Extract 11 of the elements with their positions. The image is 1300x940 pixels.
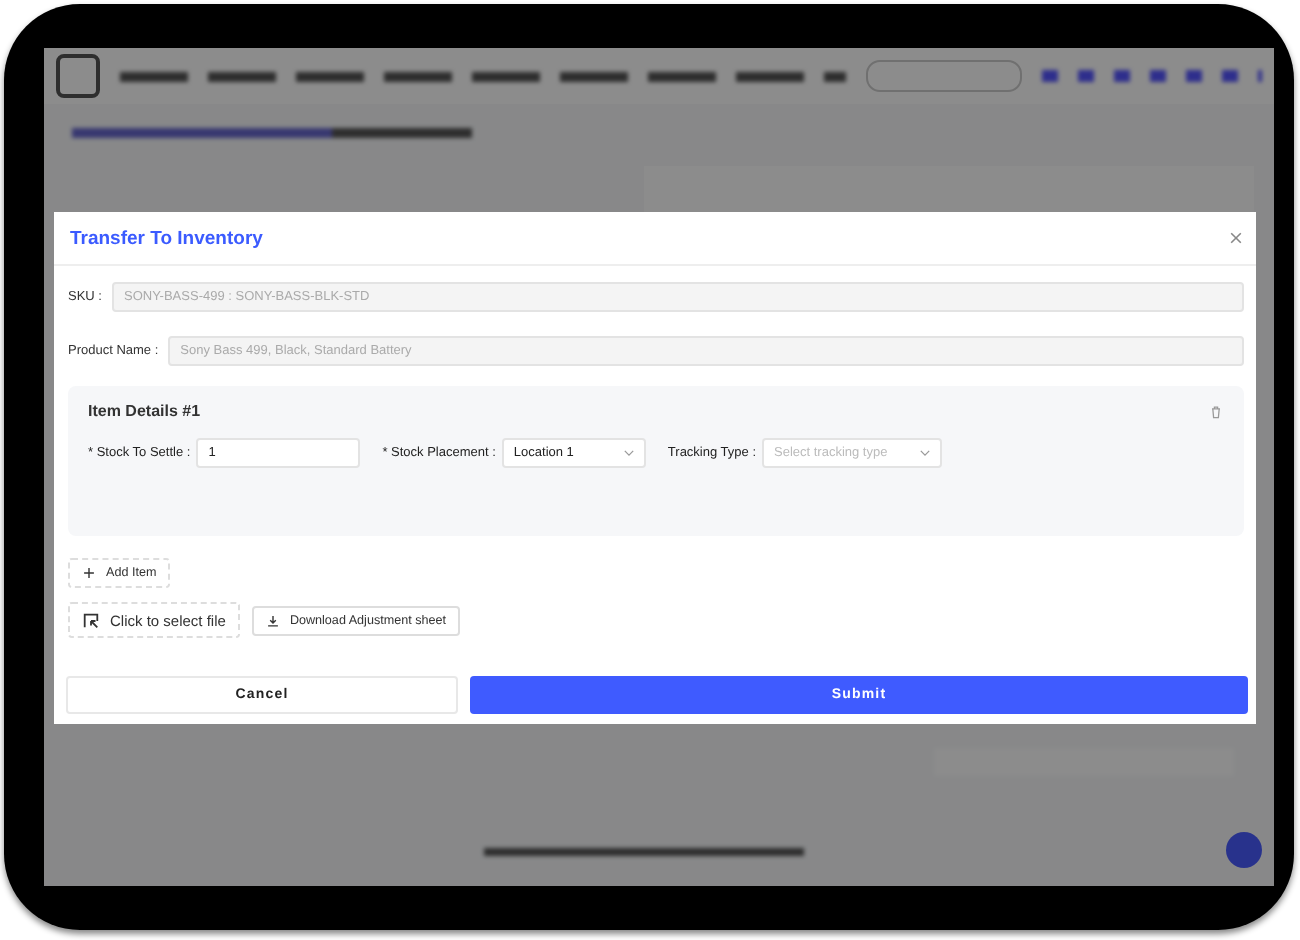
close-button[interactable] (1228, 230, 1244, 246)
chevron-down-icon (918, 446, 932, 460)
panel-title: Item Details #1 (88, 402, 201, 420)
modal-title: Transfer To Inventory (70, 227, 263, 249)
delete-button[interactable] (1208, 403, 1224, 419)
plus-icon (82, 566, 96, 580)
close-icon (1228, 230, 1244, 246)
download-icon (265, 613, 280, 627)
upload-icon (82, 611, 100, 629)
trash-icon (1208, 403, 1224, 419)
chevron-down-icon (621, 446, 636, 460)
